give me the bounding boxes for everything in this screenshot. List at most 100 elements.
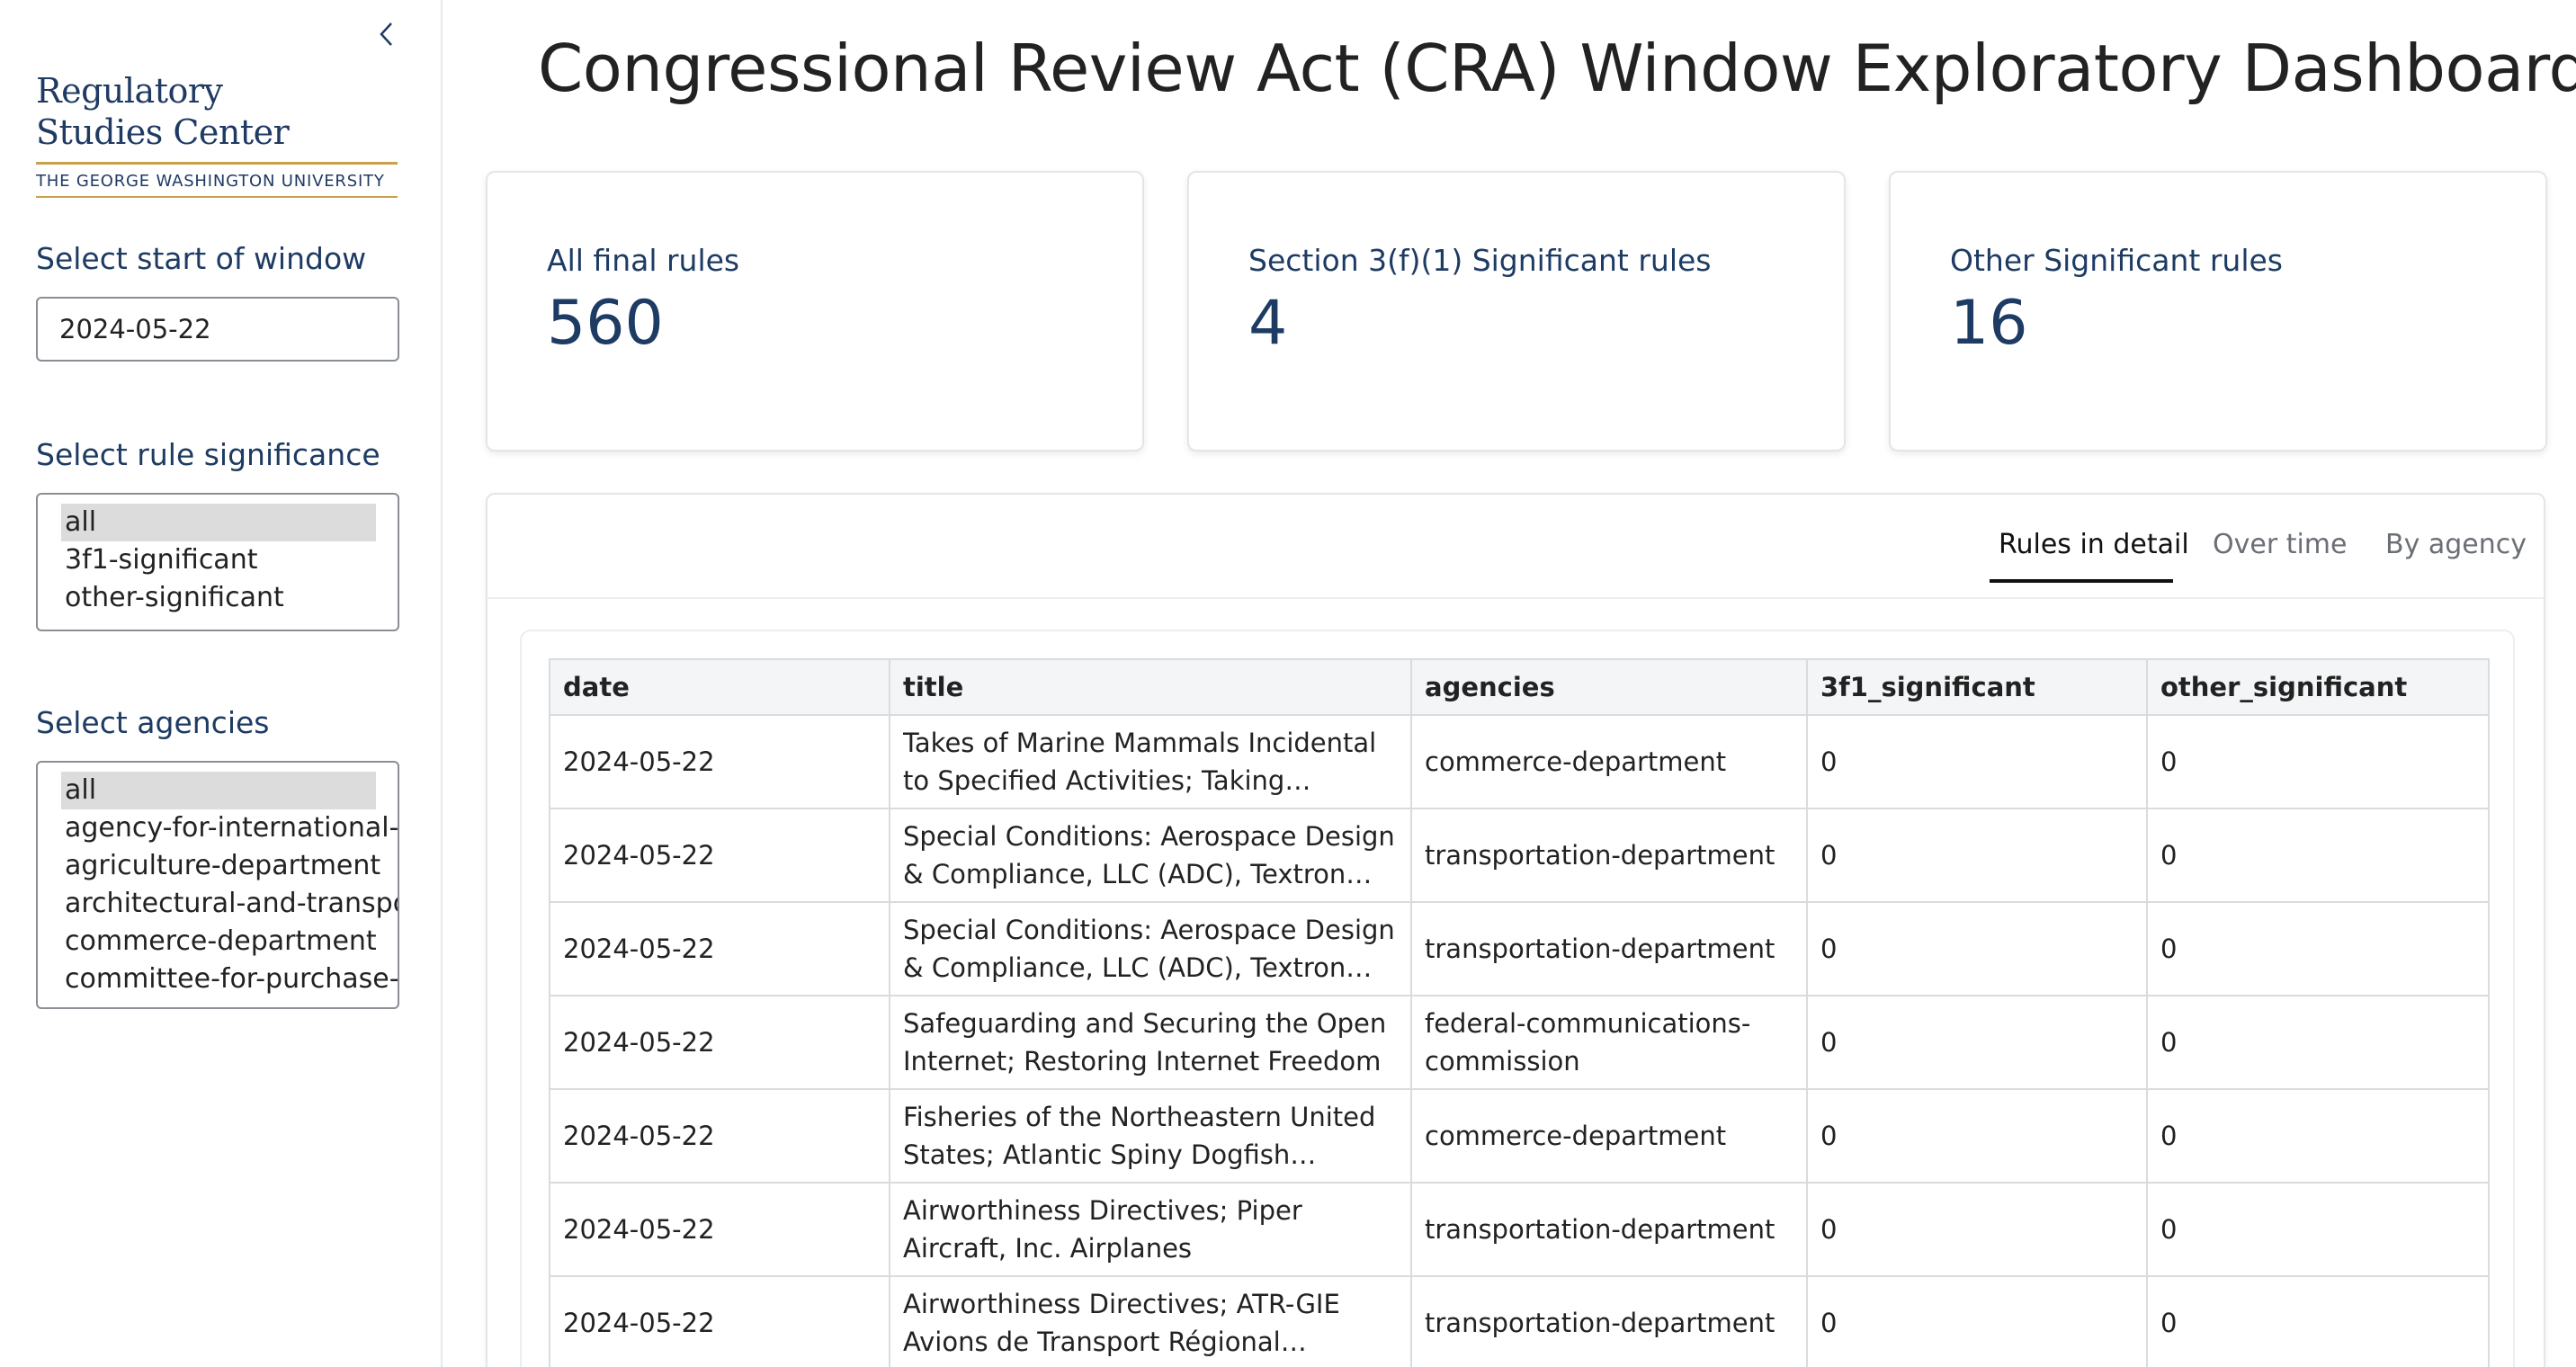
cell-date: 2024-05-22 xyxy=(549,901,890,996)
logo-divider-bottom xyxy=(36,196,398,198)
cell-title: Takes of Marine Mammals Incidental to Sp… xyxy=(889,714,1412,809)
tab-by-agency[interactable]: By agency xyxy=(2385,529,2527,560)
significance-option[interactable]: 3f1-significant xyxy=(61,541,398,579)
window-start-label: Select start of window xyxy=(36,241,367,276)
column-header-date[interactable]: date xyxy=(549,658,890,716)
significance-listbox[interactable]: all 3f1-significant other-significant xyxy=(36,493,399,631)
cell-title: Special Conditions: Aerospace Design & C… xyxy=(889,901,1412,996)
tabbed-panel: Rules in detail Over time By agency date… xyxy=(486,493,2545,1367)
sidebar: Regulatory Studies Center THE GEORGE WAS… xyxy=(0,0,443,1367)
table-row[interactable]: 2024-05-22 Special Conditions: Aerospace… xyxy=(549,901,2490,996)
significance-option[interactable]: all xyxy=(61,504,376,541)
cell-3f1-significant: 0 xyxy=(1806,1088,2148,1184)
cell-title: Special Conditions: Aerospace Design & C… xyxy=(889,808,1412,903)
cell-title-text: Takes of Marine Mammals Incidental to Sp… xyxy=(903,728,1377,796)
cell-title-text: Fisheries of the Northeastern United Sta… xyxy=(903,1102,1376,1170)
table-row[interactable]: 2024-05-22 Airworthiness Directives; Pip… xyxy=(549,1182,2490,1277)
value-box-other-significant: Other Significant rules 16 xyxy=(1889,171,2547,451)
column-header-3f1-significant[interactable]: 3f1_significant xyxy=(1806,658,2148,716)
logo-divider xyxy=(36,162,398,165)
main-content: Congressional Review Act (CRA) Window Ex… xyxy=(443,0,2576,1367)
cell-title-text: Airworthiness Directives; Piper Aircraft… xyxy=(903,1195,1302,1264)
cell-title: Fisheries of the Northeastern United Sta… xyxy=(889,1088,1412,1184)
cell-agencies-text: transportation-department xyxy=(1425,934,1775,964)
cell-date: 2024-05-22 xyxy=(549,1182,890,1277)
table-row[interactable]: 2024-05-22 Fisheries of the Northeastern… xyxy=(549,1088,2490,1184)
agencies-label: Select agencies xyxy=(36,705,270,740)
cell-agencies: transportation-department xyxy=(1410,808,1808,903)
chevron-left-icon xyxy=(380,22,392,46)
table-row[interactable]: 2024-05-22 Special Conditions: Aerospace… xyxy=(549,808,2490,903)
column-header-other-significant[interactable]: other_significant xyxy=(2146,658,2490,716)
table-container: date title agencies 3f1_significant othe… xyxy=(520,630,2515,1367)
cell-other-significant: 0 xyxy=(2146,714,2490,809)
table-row[interactable]: 2024-05-22 Safeguarding and Securing the… xyxy=(549,995,2490,1090)
cell-agencies: transportation-department xyxy=(1410,1182,1808,1277)
logo-line-2: Studies Center xyxy=(36,112,290,152)
sidebar-collapse-button[interactable] xyxy=(372,16,401,52)
cell-title-text: Safeguarding and Securing the Open Inter… xyxy=(903,1008,1387,1077)
cell-agencies: transportation-department xyxy=(1410,901,1808,996)
cell-agencies-text: transportation-department xyxy=(1425,840,1775,871)
cell-agencies: federal-communications-commission xyxy=(1410,995,1808,1090)
cell-other-significant: 0 xyxy=(2146,808,2490,903)
value-box-label: All final rules xyxy=(547,243,740,278)
cell-title-text: Airworthiness Directives; ATR-GIE Avions… xyxy=(903,1289,1340,1357)
column-header-agencies[interactable]: agencies xyxy=(1410,658,1808,716)
cell-title: Safeguarding and Securing the Open Inter… xyxy=(889,995,1412,1090)
window-start-input[interactable] xyxy=(36,297,399,362)
cell-3f1-significant: 0 xyxy=(1806,901,2148,996)
agency-option[interactable]: committee-for-purchase-from-people-who-a… xyxy=(61,960,398,998)
cell-date: 2024-05-22 xyxy=(549,714,890,809)
cell-title-text: Special Conditions: Aerospace Design & C… xyxy=(903,915,1395,983)
table-row[interactable]: 2024-05-22 Takes of Marine Mammals Incid… xyxy=(549,714,2490,809)
cell-agencies: commerce-department xyxy=(1410,1088,1808,1184)
value-box-label: Other Significant rules xyxy=(1950,243,2283,278)
tab-over-time[interactable]: Over time xyxy=(2213,529,2347,560)
value-box-value: 16 xyxy=(1950,288,2028,359)
cell-3f1-significant: 0 xyxy=(1806,714,2148,809)
table-header-row: date title agencies 3f1_significant othe… xyxy=(549,658,2490,716)
cell-other-significant: 0 xyxy=(2146,995,2490,1090)
value-box-3f1-rules: Section 3(f)(1) Significant rules 4 xyxy=(1187,171,1846,451)
cell-agencies: transportation-department xyxy=(1410,1275,1808,1367)
tab-rules-in-detail[interactable]: Rules in detail xyxy=(1999,529,2189,560)
value-box-value: 560 xyxy=(547,288,664,359)
value-box-value: 4 xyxy=(1248,288,1288,359)
rules-table: date title agencies 3f1_significant othe… xyxy=(549,658,2490,1367)
cell-other-significant: 0 xyxy=(2146,1088,2490,1184)
cell-other-significant: 0 xyxy=(2146,1182,2490,1277)
cell-date: 2024-05-22 xyxy=(549,1275,890,1367)
cell-3f1-significant: 0 xyxy=(1806,995,2148,1090)
agency-option[interactable]: commerce-department xyxy=(61,923,398,960)
cell-other-significant: 0 xyxy=(2146,901,2490,996)
cell-agencies-text: federal-communications-commission xyxy=(1425,1008,1751,1077)
column-header-title[interactable]: title xyxy=(889,658,1412,716)
agency-option[interactable]: agency-for-international-development xyxy=(61,809,398,847)
significance-option[interactable]: other-significant xyxy=(61,579,398,617)
agencies-listbox[interactable]: all agency-for-international-development… xyxy=(36,761,399,1009)
agency-option[interactable]: architectural-and-transportation-barrier… xyxy=(61,885,398,923)
value-box-label: Section 3(f)(1) Significant rules xyxy=(1248,243,1712,278)
cell-title-text: Special Conditions: Aerospace Design & C… xyxy=(903,821,1395,889)
cell-3f1-significant: 0 xyxy=(1806,1182,2148,1277)
agency-option[interactable]: agriculture-department xyxy=(61,847,398,885)
cell-title: Airworthiness Directives; Piper Aircraft… xyxy=(889,1182,1412,1277)
cell-date: 2024-05-22 xyxy=(549,808,890,903)
value-box-all-rules: All final rules 560 xyxy=(486,171,1144,451)
cell-3f1-significant: 0 xyxy=(1806,808,2148,903)
cell-3f1-significant: 0 xyxy=(1806,1275,2148,1367)
cell-date: 2024-05-22 xyxy=(549,995,890,1090)
page-title: Congressional Review Act (CRA) Window Ex… xyxy=(538,31,2576,106)
significance-label: Select rule significance xyxy=(36,437,380,472)
active-tab-indicator xyxy=(1990,579,2173,583)
tab-bar: Rules in detail Over time By agency xyxy=(487,495,2544,599)
agency-option[interactable]: all xyxy=(61,772,376,809)
cell-other-significant: 0 xyxy=(2146,1275,2490,1367)
cell-agencies: commerce-department xyxy=(1410,714,1808,809)
table-row[interactable]: 2024-05-22 Airworthiness Directives; ATR… xyxy=(549,1275,2490,1367)
cell-agencies-text: commerce-department xyxy=(1425,746,1727,777)
cell-agencies-text: transportation-department xyxy=(1425,1214,1775,1245)
logo: Regulatory Studies Center THE GEORGE WAS… xyxy=(36,70,399,198)
logo-university: THE GEORGE WASHINGTON UNIVERSITY xyxy=(36,172,385,191)
